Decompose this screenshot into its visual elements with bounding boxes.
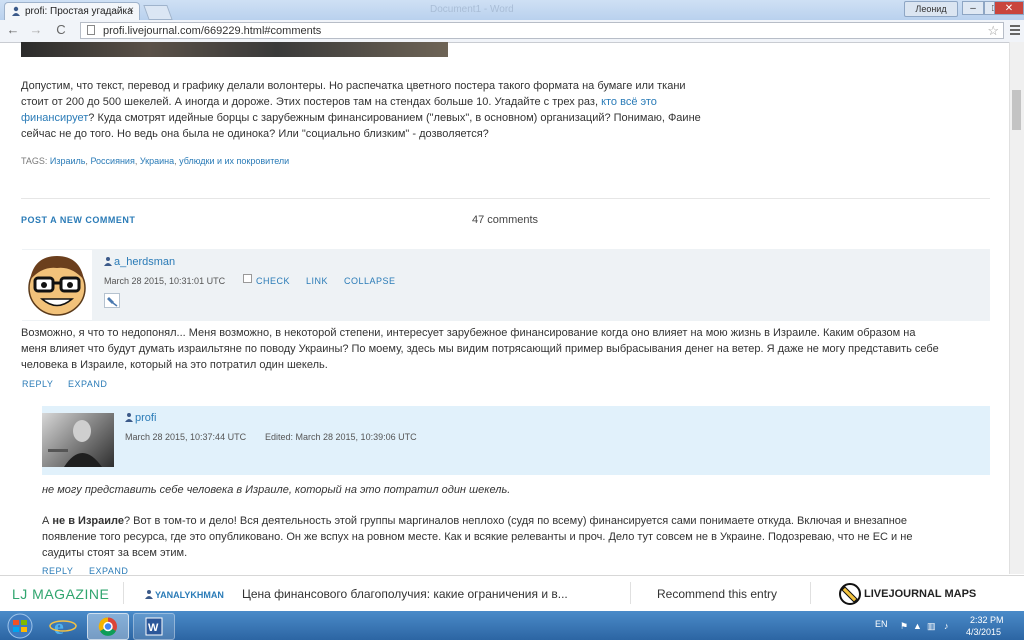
post-line: стоит от 200 до 500 шекелей. А иногда и …	[21, 94, 741, 110]
pin-button[interactable]	[104, 293, 120, 308]
clock-time[interactable]: 2:32 PM	[970, 615, 1004, 625]
divider	[21, 198, 990, 199]
avatar-photo-icon	[48, 420, 102, 467]
comment-line: человека в Израиле, который на это потра…	[21, 359, 328, 371]
pin-icon	[107, 297, 118, 307]
minimize-button[interactable]: –	[962, 1, 984, 15]
lj-magazine-link[interactable]: LJ MAGAZINE	[12, 586, 109, 602]
bold-text: не в Израиле	[52, 515, 124, 527]
background-window-title: Document1 - Word	[430, 4, 514, 15]
lj-bar-user[interactable]: YANALYKHMAN	[145, 589, 224, 601]
address-bar[interactable]: profi.livejournal.com/669229.html#commen…	[80, 22, 1004, 39]
tags-label: TAGS:	[21, 156, 50, 166]
svg-text:e: e	[54, 614, 64, 638]
browser-tab[interactable]: profi: Простая угадайка ×	[4, 2, 140, 20]
page-icon	[87, 25, 95, 35]
post-line: финансирует? Куда смотрят идейные борцы …	[21, 110, 741, 126]
comment-edited-date: Edited: March 28 2015, 10:39:06 UTC	[265, 432, 417, 442]
internet-explorer-icon: e	[49, 614, 77, 639]
comment-count: 47 comments	[472, 214, 539, 226]
comment-text: ? Вот в том-то и дело! Вся деятельность …	[123, 515, 908, 527]
post-new-comment-link[interactable]: POST A NEW COMMENT	[21, 215, 135, 225]
post-image	[21, 42, 448, 57]
chrome-icon	[98, 617, 117, 636]
profile-button[interactable]: Леонид	[904, 1, 958, 17]
post-body: Допустим, что текст, перевод и графику д…	[21, 78, 741, 142]
username-link[interactable]: profi	[135, 412, 156, 424]
check-link[interactable]: CHECK	[256, 276, 290, 286]
comment-date: March 28 2015, 10:31:01 UTC	[104, 276, 226, 286]
collapse-link[interactable]: COLLAPSE	[344, 276, 396, 286]
lj-pencil-icon	[839, 583, 861, 605]
tag-link[interactable]: Украина	[140, 156, 174, 166]
comment-text: А	[42, 515, 53, 527]
scrollbar-thumb[interactable]	[1012, 90, 1021, 130]
comment-permalink[interactable]: LINK	[306, 276, 328, 286]
reply-body: А не в Израиле? Вот в том-то и дело! Вся…	[42, 513, 997, 561]
recommend-entry-button[interactable]: Recommend this entry	[657, 587, 777, 601]
tray-arrow-icon[interactable]: ▲	[913, 621, 922, 631]
bookmark-star-icon[interactable]: ☆	[987, 23, 999, 39]
svg-text:W: W	[148, 622, 159, 634]
windows-logo-icon	[7, 613, 33, 639]
avatar[interactable]	[42, 413, 114, 467]
word-icon: W	[145, 617, 163, 636]
comment-line: появление того ресурса, где это опублико…	[42, 531, 913, 543]
comment-line: меня влияет что будут думать израильтяне…	[21, 343, 939, 355]
language-indicator[interactable]: EN	[875, 619, 888, 629]
ie-taskbar-button[interactable]: e	[48, 613, 78, 639]
lj-user-icon	[125, 413, 133, 422]
check-checkbox[interactable]	[243, 274, 252, 283]
chrome-taskbar-button[interactable]	[87, 613, 129, 640]
word-taskbar-button[interactable]: W	[133, 613, 175, 640]
comment-body: Возможно, я что то недопонял... Меня воз…	[21, 325, 996, 373]
reply-link[interactable]: REPLY	[22, 379, 53, 389]
lj-user-icon	[145, 590, 153, 599]
quoted-text: не могу представить себе человека в Изра…	[42, 484, 511, 496]
lj-bar-headline[interactable]: Цена финансового благополучия: какие огр…	[242, 587, 568, 601]
post-line: Допустим, что текст, перевод и графику д…	[21, 80, 686, 92]
livejournal-maps-link[interactable]: LIVEJOURNAL MAPS	[838, 582, 976, 606]
start-button[interactable]	[2, 612, 38, 640]
post-link[interactable]: кто всё это	[601, 96, 657, 108]
divider	[123, 582, 124, 604]
post-text: ? Куда смотрят идейные борцы с зарубежны…	[88, 112, 701, 124]
lj-maps-text: LIVEJOURNAL MAPS	[864, 587, 977, 600]
comment-line: саудиты стоят за всем этим.	[42, 547, 188, 559]
tray-network-icon[interactable]: ▥	[927, 621, 936, 632]
lj-user-icon	[104, 257, 112, 266]
clock-date[interactable]: 4/3/2015	[966, 627, 1001, 637]
post-link[interactable]: финансирует	[21, 112, 88, 124]
tag-link[interactable]: Израиль	[50, 156, 86, 166]
forward-button[interactable]: →	[28, 22, 44, 37]
divider	[810, 582, 811, 604]
comment-line: А не в Израиле? Вот в том-то и дело! Вся…	[42, 513, 997, 529]
comment-line: Возможно, я что то недопонял... Меня воз…	[21, 327, 916, 339]
tab-close-icon[interactable]: ×	[128, 5, 134, 16]
back-button[interactable]: ←	[5, 22, 21, 37]
lj-user-icon	[12, 6, 20, 16]
expand-link[interactable]: EXPAND	[68, 379, 107, 389]
url-text: profi.livejournal.com/669229.html#commen…	[103, 25, 322, 37]
avatar-cartoon-icon	[28, 256, 86, 316]
comment-username[interactable]: profi	[125, 412, 156, 424]
post-line: сейчас не до того. Но ведь она была не о…	[21, 128, 489, 140]
divider	[630, 582, 631, 604]
tab-title: profi: Простая угадайка	[25, 6, 133, 17]
tray-flag-icon[interactable]: ⚑	[900, 621, 908, 632]
comment-username[interactable]: a_herdsman	[104, 256, 175, 268]
post-tags: TAGS: Израиль, Россияния, Украина, ублюд…	[21, 156, 289, 166]
tag-link[interactable]: ублюдки и их покровители	[179, 156, 289, 166]
chrome-menu-icon[interactable]	[1010, 25, 1020, 37]
lj-bar-username[interactable]: YANALYKHMAN	[155, 590, 224, 600]
reload-button[interactable]: C	[53, 22, 69, 37]
tray-volume-icon[interactable]: ♪	[944, 621, 949, 631]
username-link[interactable]: a_herdsman	[114, 256, 175, 268]
avatar[interactable]	[22, 250, 92, 320]
close-window-button[interactable]: ✕	[994, 1, 1024, 15]
new-tab-button[interactable]	[143, 5, 173, 20]
tag-link[interactable]: Россияния	[90, 156, 134, 166]
comment-date: March 28 2015, 10:37:44 UTC	[125, 432, 247, 442]
post-text: стоит от 200 до 500 шекелей. А иногда и …	[21, 96, 602, 108]
